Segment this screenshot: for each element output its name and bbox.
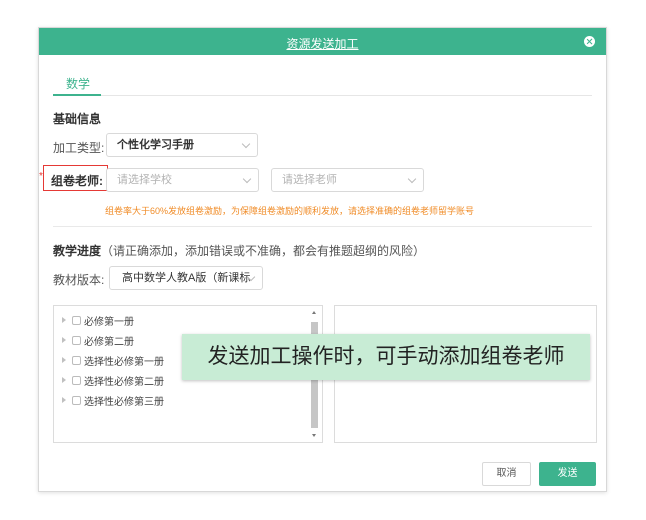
tree-item-label: 必修第一册	[84, 316, 134, 328]
send-button[interactable]: 发送	[539, 462, 596, 486]
progress-hint: （请正确添加，添加错误或不准确，都会有推题超纲的风险）	[101, 244, 426, 258]
textbook-label: 教材版本:	[53, 273, 105, 287]
cancel-button[interactable]: 取消	[482, 462, 531, 486]
checkbox[interactable]	[72, 355, 81, 365]
annotation-callout: 发送加工操作时，可手动添加组卷老师	[182, 334, 590, 380]
teacher-placeholder: 请选择老师	[282, 174, 337, 186]
school-placeholder: 请选择学校	[117, 174, 172, 186]
teacher-label: 组卷老师:	[51, 174, 103, 188]
tree-item-label: 选择性必修第一册	[84, 356, 164, 368]
checkbox[interactable]	[72, 375, 81, 385]
checkbox[interactable]	[72, 335, 81, 345]
expand-arrow-icon[interactable]	[62, 357, 66, 363]
scroll-up-arrow-icon[interactable]	[312, 311, 316, 314]
section-divider	[53, 226, 592, 227]
textbook-select[interactable]: 高中数学人教A版（新课标	[109, 266, 263, 290]
checkbox[interactable]	[72, 315, 81, 325]
process-type-label: 加工类型:	[53, 141, 105, 155]
tab-math[interactable]: 数学	[66, 75, 90, 92]
tree-item[interactable]: 选择性必修第二册	[62, 373, 164, 388]
dialog-title: 资源发送加工	[286, 37, 359, 51]
basic-info-title: 基础信息	[53, 112, 102, 126]
tree-item[interactable]: 选择性必修第一册	[62, 353, 164, 368]
school-select[interactable]: 请选择学校	[106, 168, 259, 192]
scroll-down-arrow-icon[interactable]	[312, 434, 316, 437]
expand-arrow-icon[interactable]	[62, 317, 66, 323]
tree-item-label: 必修第二册	[84, 336, 134, 348]
close-icon[interactable]	[584, 36, 595, 47]
expand-arrow-icon[interactable]	[62, 397, 66, 403]
chevron-down-icon	[242, 174, 252, 184]
tree-item-label: 选择性必修第二册	[84, 376, 164, 388]
expand-arrow-icon[interactable]	[62, 337, 66, 343]
checkbox[interactable]	[72, 395, 81, 405]
tab-divider	[53, 95, 592, 96]
process-type-value: 个性化学习手册	[117, 139, 194, 151]
progress-title: 教学进度	[53, 244, 102, 258]
progress-title-row: 教学进度（请正确添加，添加错误或不准确，都会有推题超纲的风险）	[53, 242, 425, 259]
incentive-warning: 组卷率大于60%发放组卷激励，为保障组卷激励的顺利发放，请选择准确的组卷老师留学…	[105, 206, 475, 216]
chevron-down-icon	[407, 174, 417, 184]
dialog-titlebar: 资源发送加工	[39, 28, 606, 55]
teacher-select[interactable]: 请选择老师	[271, 168, 424, 192]
tree-item[interactable]: 必修第二册	[62, 333, 134, 348]
process-type-select[interactable]: 个性化学习手册	[106, 133, 258, 157]
chevron-down-icon	[241, 139, 251, 149]
tree-item[interactable]: 必修第一册	[62, 313, 134, 328]
send-process-dialog: 资源发送加工 数学 基础信息 加工类型: 个性化学习手册 * 组卷老师: 请选择…	[38, 27, 607, 492]
tree-item-label: 选择性必修第三册	[84, 396, 164, 408]
active-tab-indicator	[53, 94, 101, 96]
tree-item[interactable]: 选择性必修第三册	[62, 393, 164, 408]
expand-arrow-icon[interactable]	[62, 377, 66, 383]
textbook-value: 高中数学人教A版（新课标	[122, 272, 251, 284]
